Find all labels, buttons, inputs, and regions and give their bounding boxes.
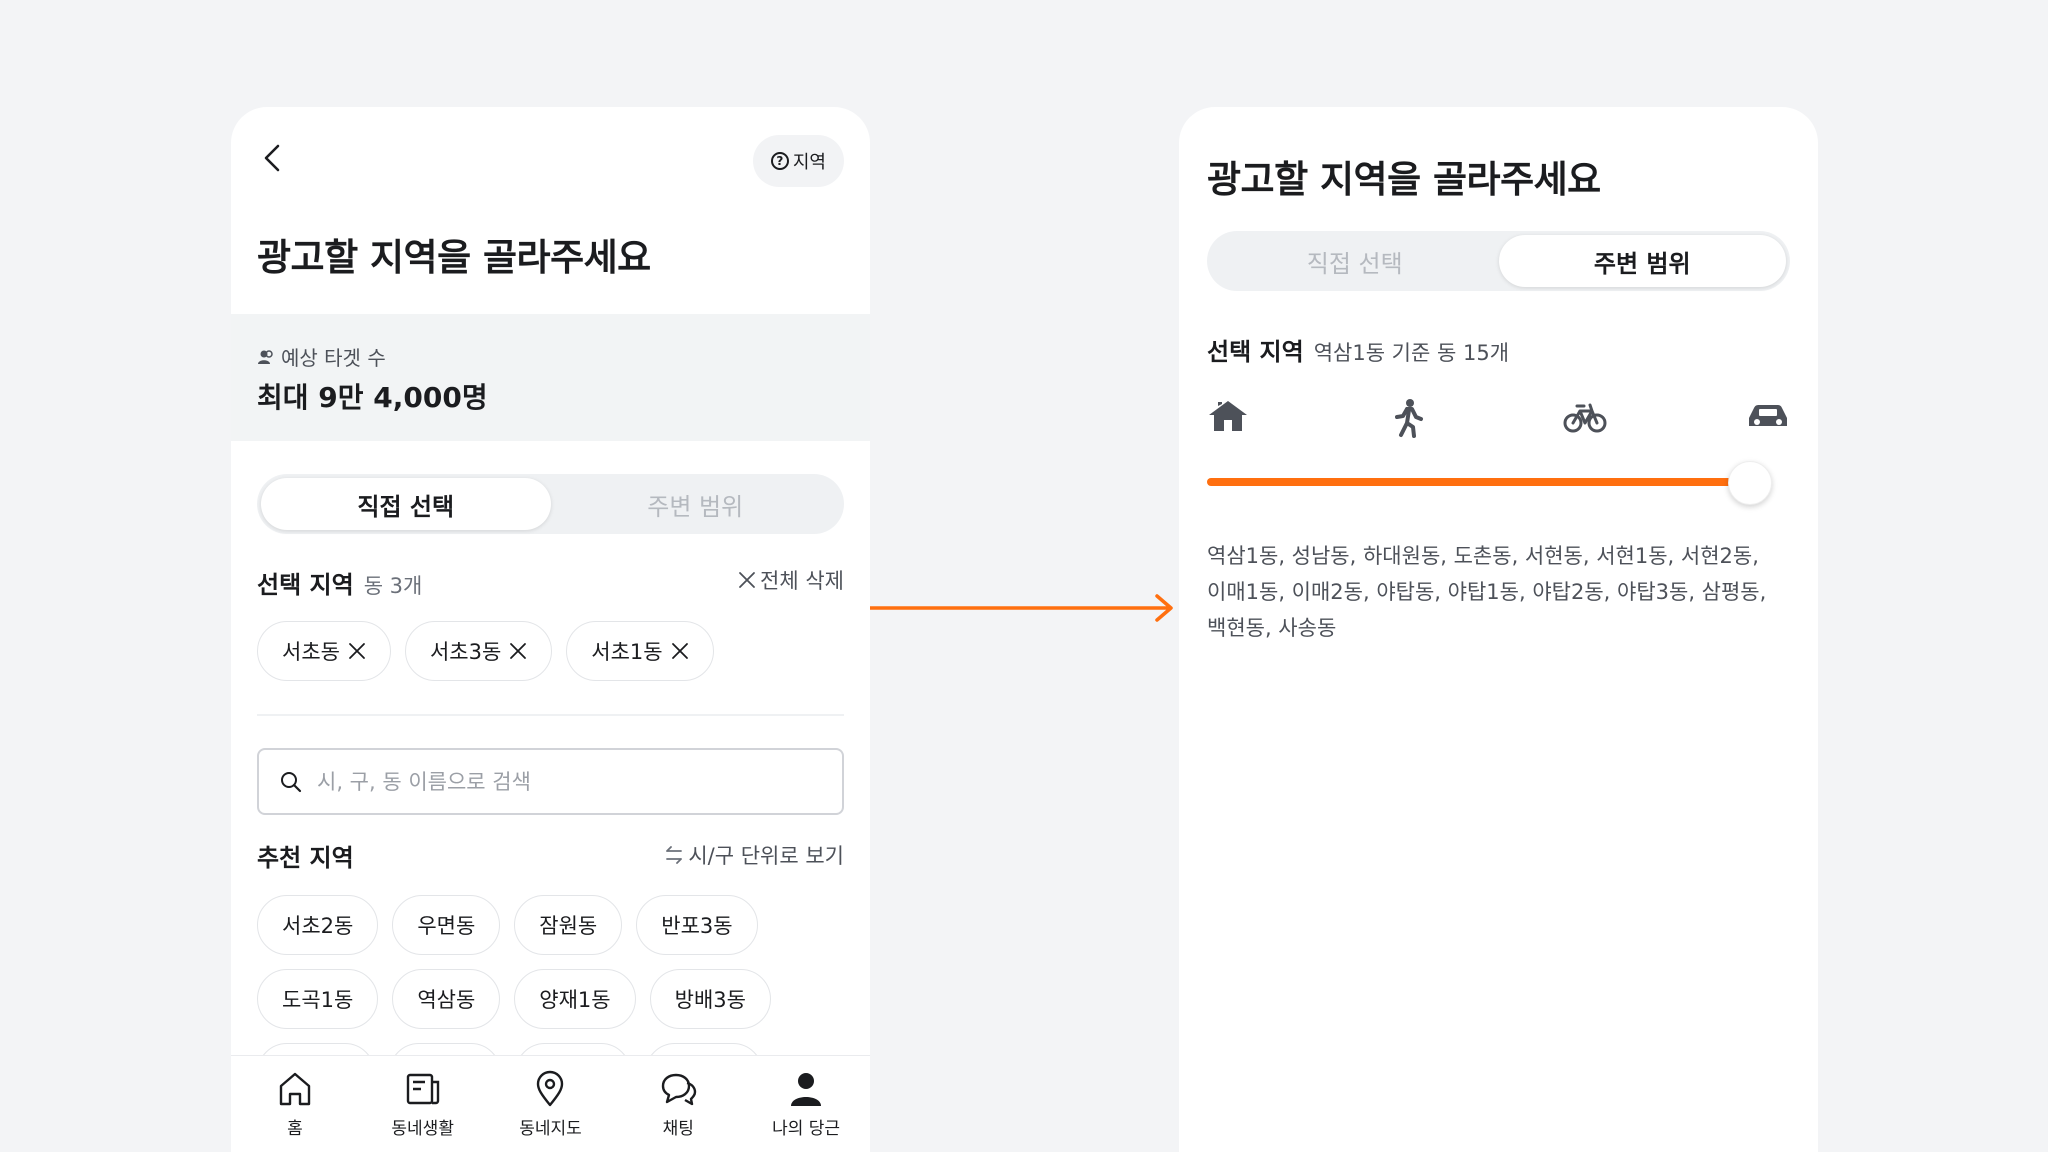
bicycle-icon[interactable] xyxy=(1563,400,1607,434)
region-help-button[interactable]: ? 지역 xyxy=(752,135,844,187)
divider xyxy=(257,714,844,716)
close-icon[interactable] xyxy=(671,642,689,660)
search-icon xyxy=(281,771,302,792)
tab-direct-select[interactable]: 직접 선택 xyxy=(1211,235,1499,287)
left-screen: ? 지역 광고할 지역을 골라주세요 예상 타겟 수 최대 9만 4,000명 … xyxy=(231,107,870,1152)
close-icon[interactable] xyxy=(348,642,366,660)
recommended-row-2: 도곡1동 역삼동 양재1동 방배3동 xyxy=(257,969,771,1029)
city-unit-toggle[interactable]: 시/구 단위로 보기 xyxy=(664,840,844,870)
recommended-chip[interactable]: 우면동 xyxy=(392,895,501,955)
walk-icon[interactable] xyxy=(1392,398,1424,438)
recommended-chip[interactable]: 반포3동 xyxy=(636,895,758,955)
recommended-row-1: 서초2동 우면동 잠원동 반포3동 xyxy=(257,895,758,955)
selected-chip[interactable]: 서초동 xyxy=(257,621,391,681)
nav-map[interactable]: 동네지도 xyxy=(487,1056,615,1152)
target-value: 최대 9만 4,000명 xyxy=(257,381,488,414)
page-title: 광고할 지역을 골라주세요 xyxy=(1207,158,1601,201)
tab-nearby-range[interactable]: 주변 범위 xyxy=(1498,235,1786,287)
nav-home-label: 홈 xyxy=(287,1119,303,1139)
close-icon xyxy=(739,572,755,588)
range-slider-thumb[interactable] xyxy=(1728,461,1772,505)
range-icons xyxy=(1207,398,1790,438)
recommended-chip[interactable]: 역삼동 xyxy=(392,969,501,1029)
recommended-title: 추천 지역 xyxy=(257,844,354,872)
tab-direct-select[interactable]: 직접 선택 xyxy=(261,478,551,530)
nav-map-label: 동네지도 xyxy=(519,1119,582,1139)
back-arrow-icon[interactable] xyxy=(257,142,289,174)
nav-my-carrot[interactable]: 나의 당근 xyxy=(742,1056,870,1152)
target-label: 예상 타겟 수 xyxy=(281,346,386,370)
chip-label: 서초1동 xyxy=(591,640,663,664)
people-icon xyxy=(258,349,273,364)
target-estimate-panel: 예상 타겟 수 최대 9만 4,000명 xyxy=(231,314,870,441)
region-help-label: 지역 xyxy=(792,152,826,173)
selected-area-header: 선택 지역 동 3개 xyxy=(257,565,422,600)
mode-segmented-control: 직접 선택 주변 범위 xyxy=(257,474,844,534)
search-field[interactable] xyxy=(257,748,844,815)
mode-segmented-control: 직접 선택 주변 범위 xyxy=(1207,231,1790,291)
flow-arrow-icon xyxy=(870,594,1173,622)
selected-area-title: 선택 지역 xyxy=(1207,338,1304,366)
news-icon xyxy=(406,1073,439,1105)
nav-community-label: 동네생활 xyxy=(391,1119,454,1139)
selected-area-title: 선택 지역 xyxy=(257,571,354,599)
chip-label: 서초3동 xyxy=(429,640,502,664)
close-icon[interactable] xyxy=(509,642,527,660)
selected-area-header: 선택 지역 역삼1동 기준 동 15개 xyxy=(1207,332,1509,367)
recommended-chip[interactable]: 서초2동 xyxy=(257,895,379,955)
nav-chat[interactable]: 채팅 xyxy=(614,1056,742,1152)
range-slider-fill xyxy=(1207,478,1750,486)
selected-area-count: 동 3개 xyxy=(363,574,423,598)
nav-my-carrot-label: 나의 당근 xyxy=(772,1119,841,1139)
bottom-navigation: 홈 동네생활 동네지도 채팅 나의 당근 xyxy=(231,1055,870,1152)
nav-community[interactable]: 동네생활 xyxy=(359,1056,487,1152)
nav-home[interactable]: 홈 xyxy=(231,1056,359,1152)
selected-area-list: 역삼1동, 성남동, 하대원동, 도촌동, 서현동, 서현1동, 서현2동, 이… xyxy=(1207,544,1767,640)
car-icon[interactable] xyxy=(1746,402,1790,432)
home-icon[interactable] xyxy=(1207,398,1249,434)
clear-all-label: 전체 삭제 xyxy=(760,569,844,593)
page-title: 광고할 지역을 골라주세요 xyxy=(257,236,651,279)
map-pin-icon xyxy=(537,1070,564,1107)
nav-chat-label: 채팅 xyxy=(662,1119,694,1139)
right-screen: 광고할 지역을 골라주세요 직접 선택 주변 범위 선택 지역 역삼1동 기준 … xyxy=(1179,107,1818,1152)
selected-chip[interactable]: 서초1동 xyxy=(566,621,714,681)
question-circle-icon: ? xyxy=(770,152,789,170)
city-unit-toggle-label: 시/구 단위로 보기 xyxy=(688,844,844,868)
recommended-chip[interactable]: 잠원동 xyxy=(514,895,623,955)
tab-nearby-range[interactable]: 주변 범위 xyxy=(551,478,841,530)
swap-arrows-icon xyxy=(666,846,683,864)
selected-area-summary: 역삼1동 기준 동 15개 xyxy=(1313,341,1510,365)
target-label-row: 예상 타겟 수 xyxy=(257,342,386,371)
chat-icon xyxy=(662,1073,697,1106)
recommended-chip[interactable]: 방배3동 xyxy=(649,969,771,1029)
selected-chip[interactable]: 서초3동 xyxy=(404,621,553,681)
recommended-chip[interactable]: 양재1동 xyxy=(514,969,636,1029)
search-input[interactable] xyxy=(315,768,822,795)
clear-all-button[interactable]: 전체 삭제 xyxy=(738,565,844,595)
person-icon xyxy=(791,1073,822,1106)
selected-chips: 서초동 서초3동 서초1동 xyxy=(257,621,714,681)
home-icon xyxy=(279,1072,311,1106)
recommended-chip[interactable]: 도곡1동 xyxy=(257,969,379,1029)
chip-label: 서초동 xyxy=(282,640,340,664)
